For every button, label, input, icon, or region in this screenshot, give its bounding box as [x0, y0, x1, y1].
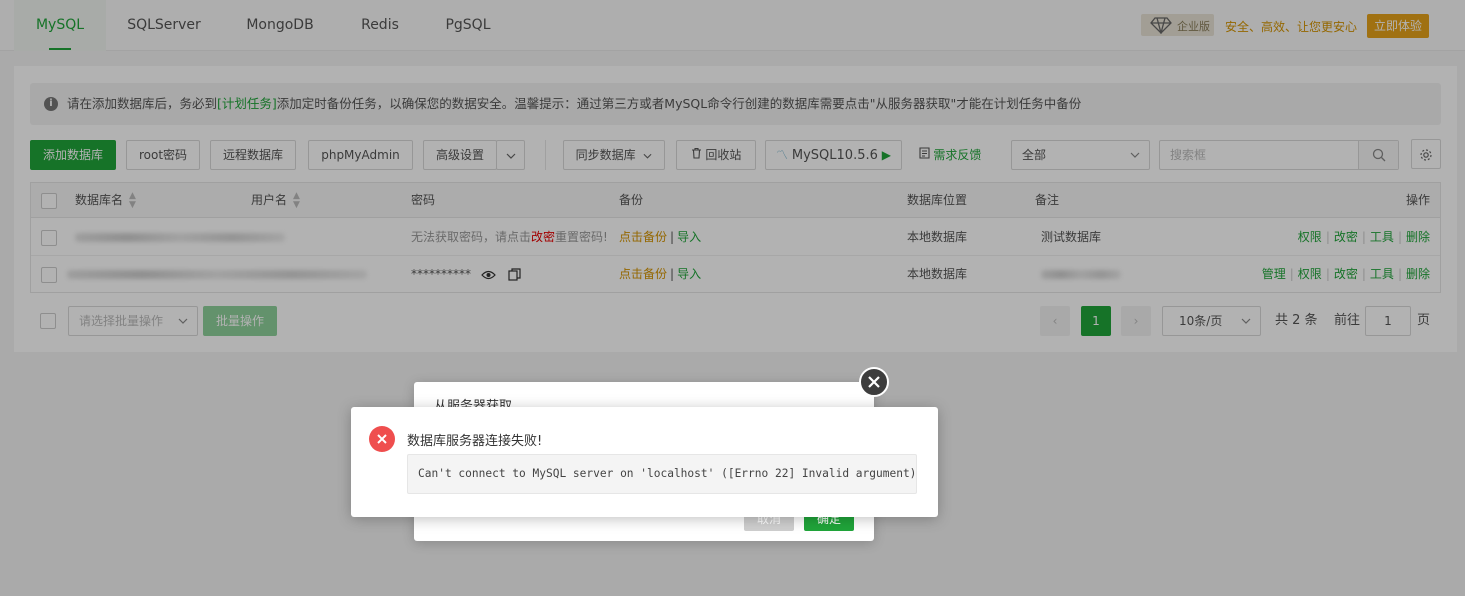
error-icon: [369, 426, 395, 452]
close-icon: [867, 375, 881, 392]
error-message-box: 数据库服务器连接失败! Can't connect to MySQL serve…: [351, 407, 938, 517]
dialog-close-button[interactable]: [859, 367, 889, 397]
error-title: 数据库服务器连接失败!: [407, 434, 543, 449]
error-detail: Can't connect to MySQL server on 'localh…: [407, 454, 917, 494]
